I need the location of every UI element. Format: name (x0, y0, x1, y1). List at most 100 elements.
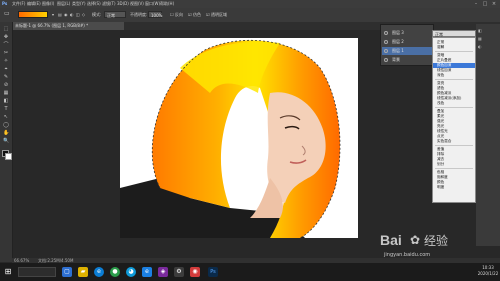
taskbar-search[interactable] (18, 267, 56, 277)
eye-icon[interactable] (384, 58, 388, 62)
type-tool-icon[interactable]: T (3, 106, 9, 112)
eye-icon[interactable] (384, 49, 388, 53)
maximize-button[interactable]: □ (481, 1, 489, 7)
menu-separator (435, 168, 473, 169)
menu-separator (435, 51, 473, 52)
blend-mode-option[interactable]: 实色混合 (433, 139, 475, 144)
zoom-tool-icon[interactable]: 🔍 (3, 138, 9, 144)
diamond-gradient-icon[interactable]: ◇ (82, 12, 85, 17)
radial-gradient-icon[interactable]: ◉ (64, 12, 68, 17)
eyedropper-tool-icon[interactable]: ⌖ (3, 66, 9, 72)
paw-icon: ✿ (410, 233, 421, 247)
chrome-icon[interactable]: ● (110, 267, 120, 277)
menu-separator (435, 79, 473, 80)
menu-file[interactable]: 文件(F) (12, 1, 25, 7)
app-logo: Ps (2, 1, 8, 6)
path-select-tool-icon[interactable]: ↖ (3, 114, 9, 120)
dodge-tool-icon[interactable]: ◧ (3, 98, 9, 104)
background-color-swatch[interactable] (5, 153, 12, 160)
layer-row[interactable]: 图层 2 (382, 38, 432, 46)
portrait-image (120, 38, 358, 238)
transparency-label: 透明区域 (211, 12, 227, 17)
menu-help[interactable]: 帮助(H) (160, 1, 174, 7)
document-tab[interactable]: 未标题-1 @ 66.7% (图层 1, RGB/8#) * (12, 22, 124, 30)
transparency-checkbox[interactable]: ☑ (206, 12, 210, 17)
app-icon-purple[interactable]: ◈ (158, 267, 168, 277)
eye-icon[interactable] (384, 31, 388, 35)
watermark-brand: Bai (380, 232, 402, 248)
opacity-input[interactable]: 100% (148, 11, 162, 18)
menu-separator (435, 145, 473, 146)
watermark-url: jingyan.baidu.com (384, 252, 431, 258)
layer-row-selected[interactable]: 图层 1 (382, 47, 432, 55)
clock-date: 2020/1/22 (477, 271, 499, 276)
app-icon-red[interactable]: ◉ (190, 267, 200, 277)
blend-mode-option[interactable]: 划分 (433, 162, 475, 167)
magic-wand-tool-icon[interactable]: ✧ (3, 58, 9, 64)
gradient-dropdown-icon[interactable]: ▾ (52, 12, 54, 17)
photoshop-task-icon[interactable]: Ps (208, 267, 218, 277)
right-panel-column: ◧ ▦ ◐ (476, 24, 500, 246)
reverse-checkbox[interactable]: ☐ (170, 12, 174, 17)
close-button[interactable]: × (490, 1, 498, 7)
windows-start-icon[interactable]: ⊞ (3, 267, 13, 277)
layers-panel: 图层 3 图层 2 图层 1 背景 (380, 24, 434, 66)
shape-tool-icon[interactable]: ◯ (3, 122, 9, 128)
menu-filter[interactable]: 滤镜(T) (102, 1, 116, 7)
menu-type[interactable]: 类型(Y) (72, 1, 86, 7)
mode-label: 模式: (92, 12, 102, 17)
dither-checkbox[interactable]: ☑ (188, 12, 192, 17)
gradient-preview[interactable] (18, 11, 48, 18)
dither-label: 仿色 (193, 12, 201, 17)
swatches-panel-icon[interactable]: ▦ (478, 36, 482, 41)
qq-icon[interactable]: ◕ (126, 267, 136, 277)
gradient-tool-icon[interactable]: ▭ (4, 10, 10, 17)
menu-view[interactable]: 视图(V) (130, 1, 144, 7)
eye-icon[interactable] (384, 40, 388, 44)
menu-layer[interactable]: 图层(L) (57, 1, 70, 7)
minimize-button[interactable]: – (472, 1, 480, 7)
linear-gradient-icon[interactable]: ▤ (58, 12, 62, 17)
brush-tool-icon[interactable]: ✎ (3, 74, 9, 80)
reflected-gradient-icon[interactable]: ◫ (76, 12, 80, 17)
move-tool-icon[interactable]: ✥ (3, 34, 9, 40)
layer-row[interactable]: 图层 3 (382, 29, 432, 37)
blend-mode-menu: 正常 溶解 变暗 正片叠底 颜色加深 线性加深 深色 变亮 滤色 颜色减淡 线性减淡(添加) 浅色 叠加… (432, 37, 476, 203)
adjustments-panel-icon[interactable]: ◐ (478, 44, 482, 49)
hand-tool-icon[interactable]: ✋ (3, 130, 9, 136)
layer-name: 背景 (392, 57, 400, 62)
menu-select[interactable]: 选择(S) (87, 1, 101, 7)
reverse-label: 反向 (175, 12, 183, 17)
menu-bar: Ps 文件(F) 编辑(E) 图像(I) 图层(L) 类型(Y) 选择(S) 滤… (0, 0, 500, 8)
browser-icon[interactable]: e (94, 267, 104, 277)
gradient-tool-icon-side[interactable]: ▦ (3, 90, 9, 96)
menu-image[interactable]: 图像(I) (42, 1, 54, 7)
toolbox: ⬚ ✥ ⌒ ✂ ✧ ⌖ ✎ ⊘ ▦ ◧ T ↖ ◯ ✋ 🔍 (0, 22, 13, 262)
layer-name: 图层 1 (392, 48, 404, 53)
marquee-tool-icon[interactable]: ⬚ (3, 26, 9, 32)
blend-mode-option[interactable]: 深色 (433, 73, 475, 78)
eraser-tool-icon[interactable]: ⊘ (3, 82, 9, 88)
crop-tool-icon[interactable]: ✂ (3, 50, 9, 56)
app-icon-gear[interactable]: ⚙ (174, 267, 184, 277)
blend-mode-option[interactable]: 明度 (433, 185, 475, 190)
blend-mode-option[interactable]: 浅色 (433, 101, 475, 106)
file-explorer-icon[interactable]: ▰ (78, 267, 88, 277)
edge-icon[interactable]: e (142, 267, 152, 277)
document-canvas[interactable] (120, 38, 358, 238)
color-panel-icon[interactable]: ◧ (478, 28, 482, 33)
menu-3d[interactable]: 3D(D) (117, 1, 129, 6)
options-bar: ▭ ▾ ▤ ◉ ◐ ◫ ◇ 模式: 正常 不透明度: 100% ☐ 反向 ☑ 仿… (0, 8, 500, 23)
mode-select[interactable]: 正常 (104, 11, 126, 18)
menu-edit[interactable]: 编辑(E) (27, 1, 41, 7)
lasso-tool-icon[interactable]: ⌒ (3, 42, 9, 48)
menu-window[interactable]: 窗口(W) (145, 1, 160, 7)
angle-gradient-icon[interactable]: ◐ (70, 12, 74, 17)
system-clock[interactable]: 10:33 2020/1/22 (476, 265, 500, 279)
menu-separator (435, 107, 473, 108)
blend-mode-select[interactable]: 正常 (432, 30, 476, 37)
blend-mode-option[interactable]: 溶解 (433, 45, 475, 50)
layer-row[interactable]: 背景 (382, 56, 432, 64)
baidu-jingyan-watermark: Bai ✿ 经验 jingyan.baidu.com (380, 232, 480, 262)
task-view-icon[interactable]: ▢ (62, 267, 72, 277)
